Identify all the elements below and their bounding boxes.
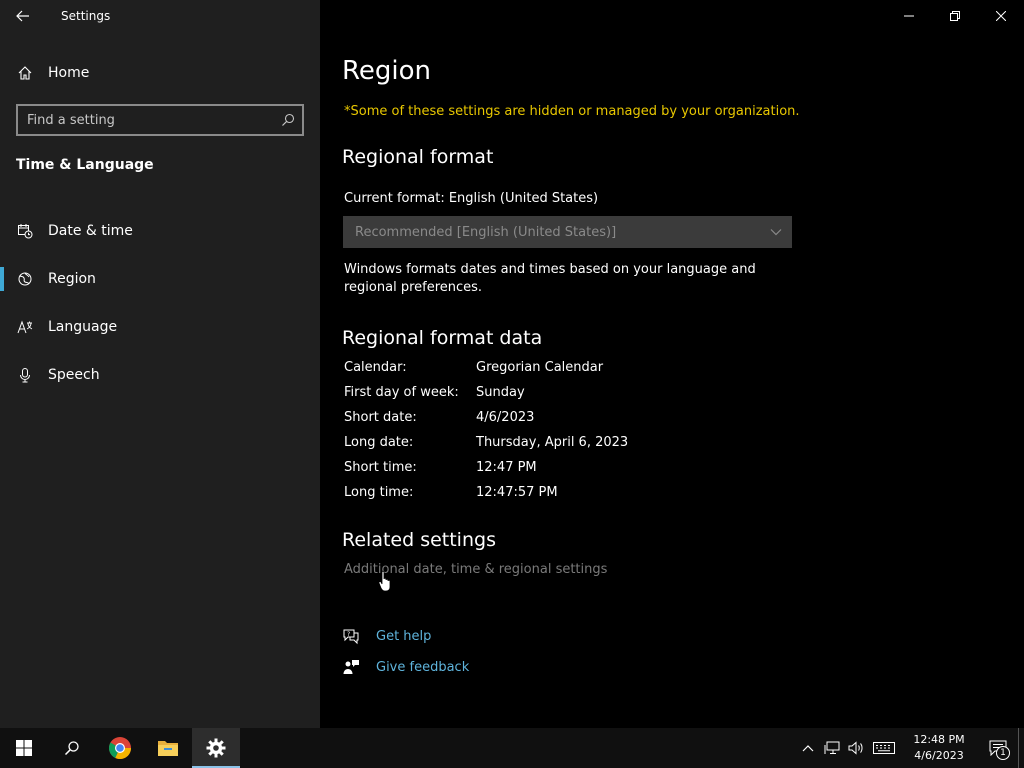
title-bar: Settings [0, 0, 320, 32]
folder-icon [158, 741, 178, 756]
nav-item-region[interactable]: Region [0, 255, 320, 303]
system-tray: 12:48 PM 4/6/2023 1 [796, 728, 1024, 768]
format-data-heading: Regional format data [342, 327, 543, 349]
minimize-button[interactable] [886, 0, 932, 32]
nav-item-label: Date & time [48, 223, 133, 239]
format-data-table: Calendar: Gregorian Calendar First day o… [344, 360, 628, 510]
format-value: 12:47:57 PM [476, 485, 558, 500]
related-settings-heading: Related settings [342, 529, 496, 551]
action-center-button[interactable]: 1 [978, 728, 1018, 768]
format-key: Long time: [344, 485, 414, 500]
table-row: Short date: 4/6/2023 [344, 410, 628, 435]
restore-button[interactable] [932, 0, 978, 32]
help-chat-icon: ? [343, 629, 359, 645]
nav-list: Date & time Region Language Speech [0, 207, 320, 399]
format-value: 4/6/2023 [476, 410, 535, 425]
minimize-icon [904, 15, 914, 17]
org-managed-notice: *Some of these settings are hidden or ma… [344, 104, 800, 119]
start-button[interactable] [0, 728, 48, 768]
network-button[interactable] [820, 728, 844, 768]
volume-button[interactable] [844, 728, 868, 768]
clock-time: 12:48 PM [913, 733, 965, 746]
search-box[interactable] [16, 104, 304, 136]
get-help-label: Get help [376, 628, 432, 644]
table-row: Calendar: Gregorian Calendar [344, 360, 628, 385]
chrome-icon [108, 737, 132, 760]
search-icon [64, 741, 79, 756]
microphone-icon [20, 368, 30, 383]
regional-format-description: Windows formats dates and times based on… [344, 262, 756, 295]
nav-item-date-time[interactable]: Date & time [0, 207, 320, 255]
section-title: Time & Language [16, 157, 154, 173]
gear-icon [206, 738, 226, 758]
show-desktop-button[interactable] [1018, 728, 1024, 768]
file-explorer-taskbar-button[interactable] [144, 728, 192, 768]
format-key: First day of week: [344, 385, 459, 400]
nav-item-label: Region [48, 271, 96, 287]
format-value: 12:47 PM [476, 460, 537, 475]
taskbar-clock[interactable]: 12:48 PM 4/6/2023 [904, 732, 974, 764]
nav-item-label: Language [48, 319, 118, 335]
nav-home-label: Home [48, 65, 90, 81]
page-title: Region [342, 56, 432, 86]
nav-item-language[interactable]: Language [0, 303, 320, 351]
back-arrow-icon [16, 10, 29, 22]
taskbar-search-button[interactable] [48, 728, 96, 768]
close-icon [996, 11, 1006, 21]
format-key: Short time: [344, 460, 417, 475]
format-value: Thursday, April 6, 2023 [476, 435, 629, 450]
format-key: Long date: [344, 435, 414, 450]
restore-icon [950, 11, 960, 21]
keyboard-icon [873, 742, 895, 754]
chevron-down-icon [770, 229, 782, 236]
speaker-icon [848, 741, 863, 755]
network-icon [824, 741, 840, 754]
search-input[interactable] [18, 106, 274, 134]
calendar-clock-icon [18, 224, 33, 239]
content-pane: Region *Some of these settings are hidde… [320, 0, 1024, 728]
chrome-taskbar-button[interactable] [96, 728, 144, 768]
format-value: Gregorian Calendar [476, 360, 604, 375]
show-hidden-icons-button[interactable] [796, 728, 820, 768]
get-help-link[interactable]: ? Get help [342, 627, 431, 645]
feedback-icon [343, 660, 359, 674]
table-row: Long date: Thursday, April 6, 2023 [344, 435, 628, 460]
search-icon[interactable] [274, 113, 302, 127]
format-key: Short date: [344, 410, 417, 425]
hand-cursor-icon [378, 570, 391, 592]
touch-keyboard-button[interactable] [868, 728, 900, 768]
format-value: Sunday [476, 385, 525, 400]
svg-text:?: ? [347, 631, 350, 638]
taskbar: 12:48 PM 4/6/2023 1 [0, 728, 1024, 768]
app-title: Settings [61, 9, 111, 23]
current-format-label: Current format: English (United States) [344, 191, 599, 206]
table-row: Short time: 12:47 PM [344, 460, 628, 485]
nav-item-speech[interactable]: Speech [0, 351, 320, 399]
give-feedback-link[interactable]: Give feedback [342, 658, 469, 676]
windows-logo-icon [16, 740, 32, 756]
table-row: Long time: 12:47:57 PM [344, 485, 628, 510]
regional-format-dropdown[interactable]: Recommended [English (United States)] [343, 216, 792, 248]
notification-count-badge: 1 [996, 746, 1010, 760]
language-icon [17, 320, 33, 334]
give-feedback-label: Give feedback [376, 659, 470, 675]
settings-taskbar-button[interactable] [192, 728, 240, 768]
home-icon [18, 66, 32, 80]
nav-item-label: Speech [48, 367, 100, 383]
clock-date: 4/6/2023 [914, 749, 964, 762]
regional-format-heading: Regional format [342, 146, 494, 168]
dropdown-value: Recommended [English (United States)] [355, 224, 617, 240]
close-button[interactable] [978, 0, 1024, 32]
chevron-up-icon [802, 745, 814, 752]
window-controls [886, 0, 1024, 32]
format-key: Calendar: [344, 360, 407, 375]
back-button[interactable] [0, 0, 46, 32]
nav-home[interactable]: Home [0, 56, 320, 90]
globe-icon [18, 272, 32, 286]
table-row: First day of week: Sunday [344, 385, 628, 410]
navigation-pane: Settings Home Time & Language Date & tim… [0, 0, 320, 728]
